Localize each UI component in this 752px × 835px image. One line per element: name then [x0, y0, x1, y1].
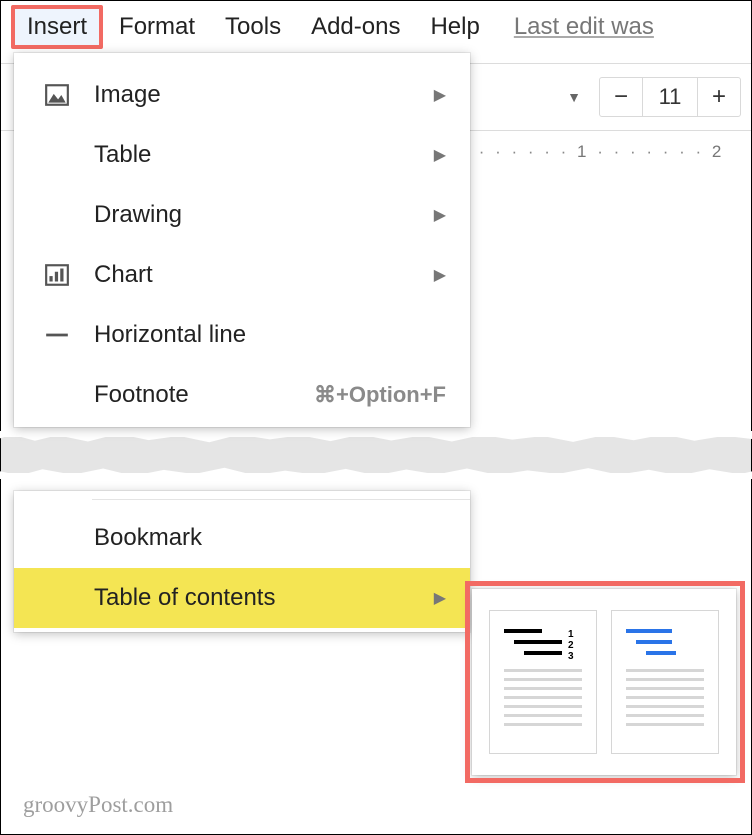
menu-help[interactable]: Help: [416, 7, 493, 47]
menu-separator: [92, 499, 470, 500]
toc-preview-body: [504, 696, 582, 699]
toc-preview-body: [626, 669, 704, 672]
image-icon: [44, 81, 80, 109]
menu-item-table-of-contents[interactable]: Table of contents ▶: [14, 568, 470, 628]
menu-item-image[interactable]: Image ▶: [14, 65, 470, 125]
menu-item-label: Bookmark: [94, 524, 446, 552]
toc-preview-body: [504, 723, 582, 726]
toc-preview-line: [636, 640, 672, 644]
hline-icon: [44, 321, 80, 349]
toc-preview-numbers: 1 2 3: [568, 629, 574, 662]
last-edit-link[interactable]: Last edit was: [496, 13, 654, 41]
ruler: · · · · · · 1 · · · · · · · 2: [471, 139, 751, 165]
toc-preview-body: [504, 687, 582, 690]
toc-preview-line: [504, 629, 542, 633]
menubar: Insert Format Tools Add-ons Help Last ed…: [1, 1, 751, 49]
submenu-arrow-icon: ▶: [434, 85, 446, 105]
toc-preview-body: [626, 696, 704, 699]
toc-preview-line: [626, 629, 672, 633]
toc-preview-body: [626, 678, 704, 681]
toc-preview-body: [504, 714, 582, 717]
toc-preview-body: [626, 714, 704, 717]
submenu-arrow-icon: ▶: [434, 265, 446, 285]
menu-item-label: Image: [94, 81, 434, 109]
menu-item-label: Drawing: [94, 201, 434, 229]
submenu-arrow-icon: ▶: [434, 205, 446, 225]
menu-item-bookmark[interactable]: Bookmark: [14, 508, 470, 568]
torn-separator: [1, 437, 751, 473]
toc-preview-body: [504, 669, 582, 672]
chart-icon: [44, 261, 80, 289]
font-size-decrease[interactable]: −: [600, 78, 642, 116]
menu-item-shortcut: ⌘+Option+F: [314, 382, 446, 408]
insert-dropdown-lower: Bookmark Table of contents ▶: [14, 491, 470, 632]
submenu-arrow-icon: ▶: [434, 145, 446, 165]
toc-preview-line: [524, 651, 562, 655]
menu-item-footnote[interactable]: Footnote ⌘+Option+F: [14, 365, 470, 425]
menu-item-label: Horizontal line: [94, 321, 446, 349]
submenu-arrow-icon: ▶: [434, 588, 446, 608]
font-size-group: − 11 +: [599, 77, 741, 117]
toc-preview-body: [504, 678, 582, 681]
blank-icon: [44, 524, 80, 552]
font-size-value[interactable]: 11: [642, 78, 698, 116]
blank-icon: [44, 141, 80, 169]
toc-preview-body: [626, 723, 704, 726]
font-dropdown-caret[interactable]: ▼: [567, 89, 591, 105]
menu-item-label: Table: [94, 141, 434, 169]
toc-preview-line: [646, 651, 676, 655]
toc-preview-body: [626, 705, 704, 708]
toc-submenu: 1 2 3: [472, 589, 736, 775]
toc-preview-body: [626, 687, 704, 690]
menu-format[interactable]: Format: [105, 7, 209, 47]
toc-preview-line: [514, 640, 562, 644]
toc-option-blue-links[interactable]: [611, 610, 719, 754]
menu-item-drawing[interactable]: Drawing ▶: [14, 185, 470, 245]
watermark: groovyPost.com: [23, 792, 173, 818]
menu-item-label: Table of contents: [94, 584, 434, 612]
menu-insert[interactable]: Insert: [11, 5, 103, 49]
blank-icon: [44, 201, 80, 229]
menu-addons[interactable]: Add-ons: [297, 7, 414, 47]
menu-item-label: Chart: [94, 261, 434, 289]
blank-icon: [44, 381, 80, 409]
blank-icon: [44, 584, 80, 612]
toc-option-with-numbers[interactable]: 1 2 3: [489, 610, 597, 754]
menu-tools[interactable]: Tools: [211, 7, 295, 47]
toc-preview-body: [504, 705, 582, 708]
font-size-increase[interactable]: +: [698, 78, 740, 116]
menu-item-chart[interactable]: Chart ▶: [14, 245, 470, 305]
menu-item-table[interactable]: Table ▶: [14, 125, 470, 185]
insert-dropdown: Image ▶ Table ▶ Drawing ▶ Chart ▶ Horizo…: [14, 53, 470, 427]
menu-item-horizontal-line[interactable]: Horizontal line: [14, 305, 470, 365]
menu-item-label: Footnote: [94, 381, 314, 409]
